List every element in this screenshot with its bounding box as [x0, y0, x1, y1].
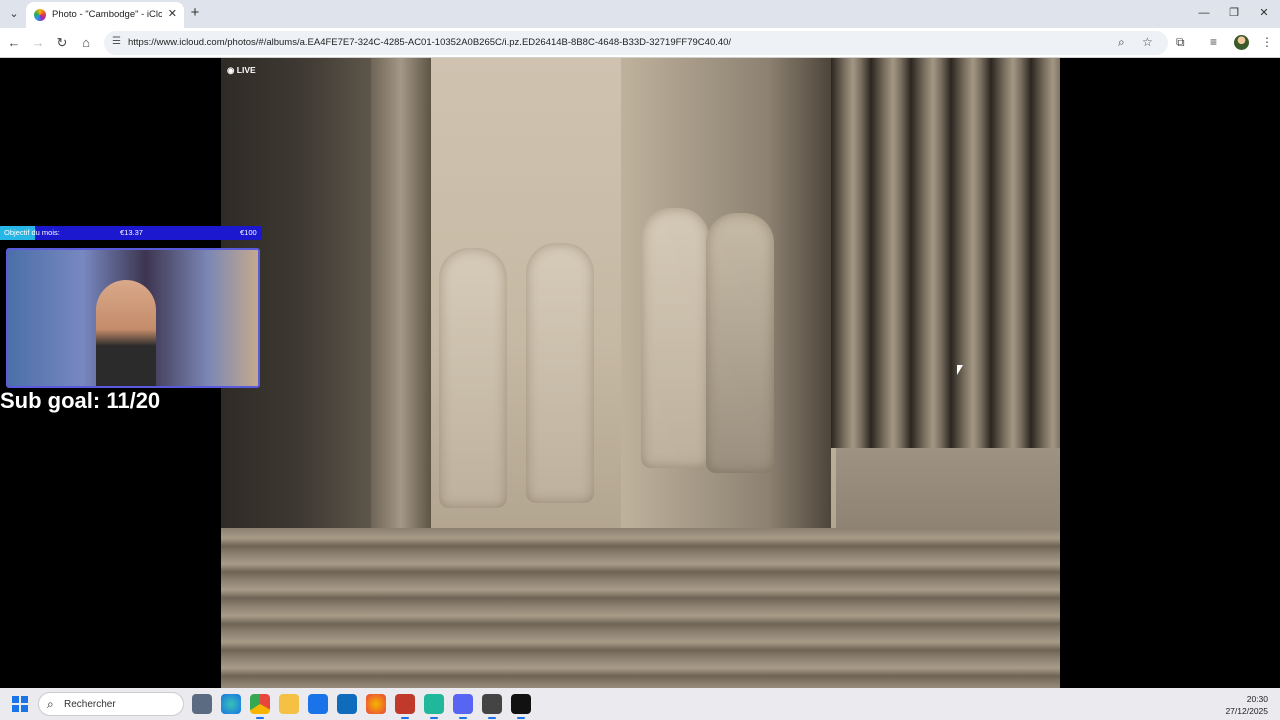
goal-label: Objectif du mois: [4, 228, 60, 237]
system-clock[interactable]: 20:30 27/12/2025 [1225, 693, 1268, 717]
clock-date: 27/12/2025 [1225, 706, 1268, 716]
apsara-figure [526, 243, 594, 503]
media-controls-icon[interactable]: ≡ [1210, 35, 1217, 49]
photo-window-frame [371, 58, 431, 528]
mouse-cursor-icon [957, 365, 963, 375]
photo-balusters [831, 58, 1060, 448]
microsoft-store-icon[interactable] [308, 694, 328, 714]
streamer [96, 280, 156, 386]
icloud-photos-favicon-icon [34, 9, 46, 21]
minimize-button[interactable]: — [1194, 4, 1214, 22]
goal-current: €13.37 [120, 228, 143, 237]
photo-molding-base [221, 528, 1060, 688]
back-arrow-icon[interactable]: ← [6, 34, 22, 52]
windows-taskbar: ⌕ Rechercher 20:30 27/12/2025 [0, 688, 1280, 720]
chrome-icon[interactable] [250, 694, 270, 719]
file-explorer-icon[interactable] [279, 694, 299, 714]
menu-kebab-icon[interactable]: ⋮ [1261, 35, 1273, 49]
webcam-feed [6, 248, 260, 388]
windows-start-icon[interactable] [12, 696, 28, 712]
search-icon: ⌕ [47, 697, 54, 711]
tab-search-chevron-icon[interactable]: ⌄ [6, 6, 22, 22]
url-text[interactable]: https://www.icloud.com/photos/#/albums/a… [128, 37, 731, 48]
apsara-figure [706, 213, 774, 473]
tab-title: Photo - "Cambodge" - iCloud P [52, 9, 162, 20]
tab-strip: ⌄ Photo - "Cambodge" - iCloud P ✕ + — ❐ … [0, 0, 1280, 28]
home-icon[interactable]: ⌂ [78, 34, 94, 52]
task-view-icon[interactable] [192, 694, 212, 714]
maximize-button[interactable]: ❐ [1224, 4, 1244, 22]
outlook-icon[interactable] [337, 694, 357, 714]
goal-target: €100 [240, 228, 257, 237]
tab-icloud-photo[interactable]: Photo - "Cambodge" - iCloud P ✕ [26, 2, 184, 28]
app-gear-icon[interactable] [482, 694, 502, 719]
cambodge-temple-photo: ◉ LIVE [221, 58, 1060, 688]
profile-avatar[interactable] [1234, 35, 1249, 50]
close-window-button[interactable]: ✕ [1254, 4, 1274, 22]
live-label: LIVE [236, 65, 256, 75]
voice-app-icon[interactable] [395, 694, 415, 719]
forward-arrow-icon[interactable]: → [30, 34, 46, 52]
zoom-icon[interactable]: ⌕ [1118, 35, 1125, 50]
new-tab-button[interactable]: + [188, 4, 202, 22]
edge-icon[interactable] [221, 694, 241, 714]
extensions-puzzle-icon[interactable]: ⧉ [1176, 35, 1185, 50]
browser-toolbar: ← → ↻ ⌂ ☰ https://www.icloud.com/photos/… [0, 28, 1280, 58]
tab-close-icon[interactable]: ✕ [168, 7, 177, 20]
search-placeholder: Rechercher [64, 699, 116, 710]
reload-icon[interactable]: ↻ [54, 34, 70, 52]
apsara-figure [439, 248, 507, 508]
site-info-icon[interactable]: ☰ [112, 36, 121, 47]
clock-time: 20:30 [1246, 694, 1268, 704]
audio-app-icon[interactable] [511, 694, 531, 719]
donation-goal-bar: Objectif du mois: €13.37 €100 [0, 226, 262, 240]
sub-goal-text: Sub goal: 11/20 [0, 388, 161, 413]
streaming-app-icon[interactable] [424, 694, 444, 719]
discord-icon[interactable] [453, 694, 473, 719]
apsara-figure [641, 208, 709, 468]
app-circle-icon[interactable] [366, 694, 386, 714]
address-bar[interactable]: ☰ https://www.icloud.com/photos/#/albums… [104, 31, 1168, 55]
bookmark-star-icon[interactable]: ☆ [1142, 35, 1153, 49]
taskbar-search[interactable]: ⌕ Rechercher [38, 692, 184, 716]
live-photo-badge[interactable]: ◉ LIVE [227, 65, 256, 76]
